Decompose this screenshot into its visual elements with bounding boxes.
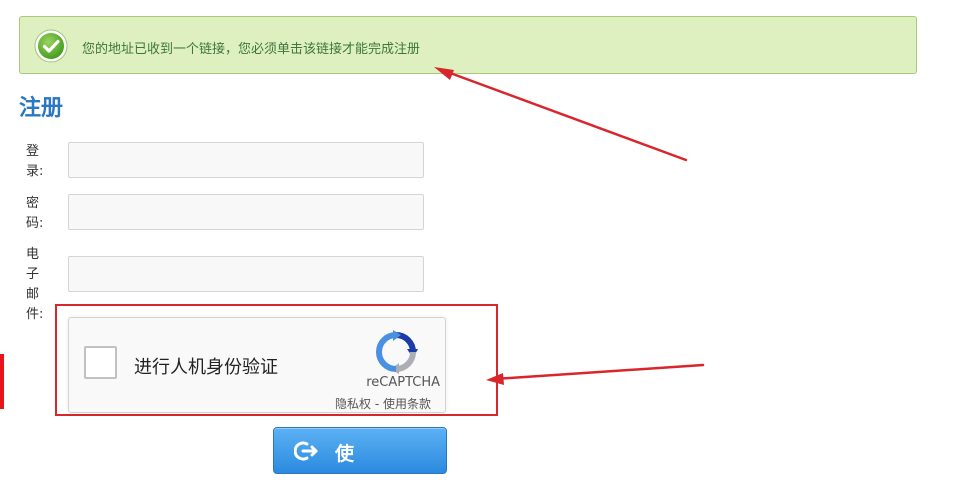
alert-message: 您的地址已收到一个链接，您必须单击该链接才能完成注册: [82, 42, 421, 57]
recaptcha-links: 隐私权 - 使用条款: [335, 395, 431, 412]
check-circle-icon: [34, 29, 68, 63]
recaptcha-logo-icon: [375, 330, 418, 374]
page-title: 注册: [19, 96, 64, 121]
recaptcha-label: 进行人机身份验证: [134, 357, 278, 378]
recaptcha-brand: reCAPTCHA: [366, 375, 440, 390]
edge-marker: [0, 354, 4, 409]
login-arrow-icon: [294, 441, 318, 461]
recaptcha-widget: 进行人机身份验证 reCAPTCHA 隐私权 - 使用条款: [68, 317, 446, 413]
recaptcha-checkbox[interactable]: [84, 346, 117, 379]
email-label: 电子邮件:: [26, 247, 44, 322]
submit-label: 使: [335, 443, 355, 465]
password-input[interactable]: [68, 194, 424, 230]
password-label: 密码:: [26, 196, 44, 231]
annotation-arrow-recaptcha: [493, 363, 705, 381]
annotation-arrow-alert: [440, 68, 688, 162]
submit-button[interactable]: 使: [273, 427, 447, 474]
login-label: 登录:: [26, 144, 44, 179]
email-input[interactable]: [68, 256, 424, 292]
annotation-arrows: [434, 67, 705, 385]
success-alert: 您的地址已收到一个链接，您必须单击该链接才能完成注册: [19, 16, 917, 74]
links-separator: -: [371, 397, 383, 411]
terms-link[interactable]: 使用条款: [383, 397, 431, 411]
privacy-link[interactable]: 隐私权: [335, 397, 371, 411]
login-input[interactable]: [68, 142, 424, 178]
